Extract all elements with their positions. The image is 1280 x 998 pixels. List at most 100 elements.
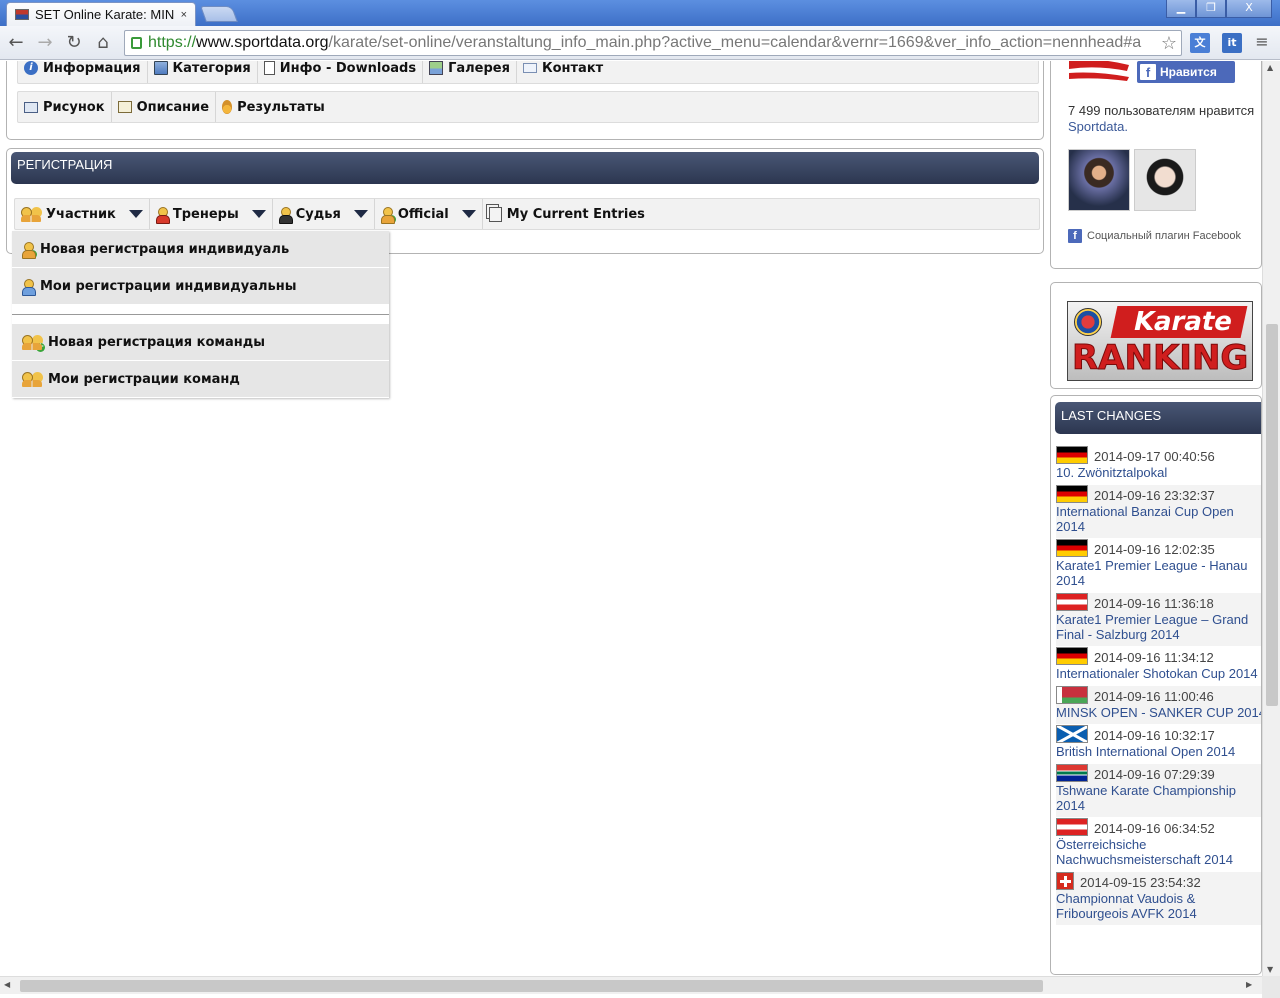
last-change-item[interactable]: 2014-09-17 00:40:56 10. Zwönitztalpokal (1056, 446, 1261, 484)
referee-icon (278, 206, 293, 224)
dropdown-my-team[interactable]: Мои регистрации команд (12, 361, 389, 398)
facebook-social-plugin[interactable]: f Социальный плагин Facebook (1068, 229, 1241, 243)
change-event-link[interactable]: British International Open 2014 (1056, 744, 1261, 759)
chevron-down-icon[interactable] (251, 210, 266, 218)
flag-icon (1056, 725, 1088, 743)
change-event-link[interactable]: Karate1 Premier League – Grand Final - S… (1056, 612, 1261, 642)
menu-item-label: Участник (46, 206, 116, 222)
menu-participant[interactable]: Участник (15, 199, 150, 229)
participant-dropdown: + Новая регистрация индивидуаль Мои реги… (12, 231, 389, 398)
registration-menu: Участник Тренеры Судья + Official My Cur… (14, 198, 1040, 230)
last-change-item[interactable]: 2014-09-16 06:34:52 Österreichsiche Nachw… (1056, 818, 1261, 871)
menu-item-drawing[interactable]: Рисунок (18, 92, 112, 122)
sportdata-page-link[interactable]: Sportdata. (1068, 119, 1128, 134)
last-change-item[interactable]: 2014-09-16 11:34:12 Internationaler Shoto… (1056, 647, 1261, 685)
menu-item-info[interactable]: i Информация (18, 61, 148, 83)
browser-tab[interactable]: SET Online Karate: MIN × (6, 2, 196, 26)
change-date: 2014-09-16 12:02:35 (1094, 542, 1215, 557)
tab-close-icon[interactable]: × (181, 9, 187, 21)
change-event-link[interactable]: Karate1 Premier League - Hanau 2014 (1056, 558, 1261, 588)
fan-avatar[interactable] (1134, 149, 1196, 211)
plus-icon: + (28, 248, 37, 259)
change-date: 2014-09-16 11:00:46 (1094, 689, 1214, 704)
url-text: https://www.sportdata.org/karate/set-onl… (148, 34, 1161, 52)
dropdown-new-individual[interactable]: + Новая регистрация индивидуаль (12, 231, 389, 268)
menu-item-description[interactable]: Описание (112, 92, 217, 122)
last-change-item[interactable]: 2014-09-16 11:36:18 Karate1 Premier Leagu… (1056, 593, 1261, 646)
change-event-link[interactable]: Internationaler Shotokan Cup 2014 (1056, 666, 1261, 681)
registration-header: РЕГИСТРАЦИЯ (11, 152, 1039, 184)
lock-icon (131, 37, 142, 49)
wkf-seal-icon (1074, 308, 1102, 336)
flag-icon (1056, 872, 1074, 890)
restore-button[interactable]: ❐ (1196, 0, 1226, 18)
flag-icon (1056, 593, 1088, 611)
menu-current-entries[interactable]: My Current Entries (483, 199, 651, 229)
plus-icon: + (36, 341, 45, 352)
last-change-item[interactable]: 2014-09-15 23:54:32 Championnat Vaudois &… (1056, 872, 1261, 925)
dropdown-new-team[interactable]: + Новая регистрация команды (12, 324, 389, 361)
karate-ranking-banner[interactable]: Karate RANKING (1067, 301, 1253, 381)
horizontal-scroll-thumb[interactable] (20, 980, 1043, 992)
site-favicon-icon (15, 9, 29, 20)
event-menu-row-2: Рисунок Описание Результаты (17, 91, 1039, 123)
last-change-item[interactable]: 2014-09-16 10:32:17 British International… (1056, 725, 1261, 763)
menu-item-label: My Current Entries (506, 206, 645, 222)
address-bar[interactable]: https://www.sportdata.org/karate/set-onl… (124, 30, 1182, 56)
minimize-button[interactable]: ▁ (1166, 0, 1196, 18)
chevron-down-icon[interactable] (353, 210, 368, 218)
dropdown-divider (12, 314, 389, 324)
facebook-icon: f (1140, 64, 1156, 80)
change-event-link[interactable]: Österreichsiche Nachwuchsmeisterschaft 2… (1056, 837, 1261, 867)
scroll-left-arrow-icon[interactable]: ◀ (4, 980, 10, 989)
vertical-scroll-thumb[interactable] (1266, 324, 1278, 706)
menu-item-label: Галерея (448, 61, 510, 76)
reload-icon[interactable]: ↻ (62, 31, 86, 55)
last-changes-box: LAST CHANGES 2014-09-17 00:40:56 10. Zwön… (1050, 395, 1262, 975)
change-event-link[interactable]: MINSK OPEN - SANKER CUP 2014 (1056, 705, 1261, 720)
menu-item-contact[interactable]: Контакт (517, 61, 609, 83)
change-date: 2014-09-16 07:29:39 (1094, 767, 1215, 782)
scroll-down-arrow-icon[interactable]: ▼ (1267, 965, 1273, 974)
menu-item-category[interactable]: Категория (148, 61, 258, 83)
change-event-link[interactable]: International Banzai Cup Open 2014 (1056, 504, 1261, 534)
facebook-like-button[interactable]: f Нравится (1137, 61, 1235, 83)
chevron-down-icon[interactable] (128, 210, 143, 218)
facebook-icon: f (1068, 229, 1082, 243)
last-change-item[interactable]: 2014-09-16 11:00:46 MINSK OPEN - SANKER C… (1056, 686, 1261, 724)
fan-avatar[interactable] (1068, 149, 1130, 211)
menu-referee[interactable]: Судья (273, 199, 375, 229)
vertical-scrollbar[interactable]: ▲ ▼ (1262, 61, 1280, 976)
scroll-up-arrow-icon[interactable]: ▲ (1267, 63, 1273, 72)
it-extension-icon[interactable]: it (1222, 33, 1242, 53)
translate-extension-icon[interactable]: 文 (1190, 33, 1210, 53)
back-arrow-icon[interactable]: ← (4, 31, 28, 55)
folder-icon (153, 61, 168, 75)
menu-item-gallery[interactable]: Галерея (423, 61, 517, 83)
new-tab-button[interactable] (200, 6, 238, 22)
menu-item-downloads[interactable]: Инфо - Downloads (258, 61, 424, 83)
menu-official[interactable]: + Official (375, 199, 483, 229)
plus-icon: + (386, 213, 396, 224)
last-change-item[interactable]: 2014-09-16 12:02:35 Karate1 Premier Leagu… (1056, 539, 1261, 592)
change-event-link[interactable]: Tshwane Karate Championship 2014 (1056, 783, 1261, 813)
bookmark-star-icon[interactable]: ☆ (1161, 33, 1177, 54)
last-changes-list: 2014-09-17 00:40:56 10. Zwönitztalpokal 20… (1056, 446, 1261, 926)
forward-arrow-icon[interactable]: → (33, 31, 57, 55)
menu-coaches[interactable]: Тренеры (150, 199, 273, 229)
scroll-right-arrow-icon[interactable]: ▶ (1246, 980, 1252, 989)
like-label: Нравится (1160, 65, 1217, 79)
tab-title: SET Online Karate: MIN (35, 7, 175, 22)
dropdown-my-individual[interactable]: Мои регистрации индивидуальны (12, 268, 389, 305)
close-window-button[interactable]: X (1226, 0, 1272, 18)
change-event-link[interactable]: Championnat Vaudois & Fribourgeois AVFK … (1056, 891, 1261, 921)
menu-item-results[interactable]: Результаты (216, 92, 331, 122)
chevron-down-icon[interactable] (461, 210, 476, 218)
browser-menu-icon[interactable]: ≡ (1254, 32, 1270, 51)
horizontal-scrollbar[interactable]: ◀ ▶ (0, 976, 1262, 994)
last-change-item[interactable]: 2014-09-16 23:32:37 International Banzai … (1056, 485, 1261, 538)
last-change-item[interactable]: 2014-09-16 07:29:39 Tshwane Karate Champi… (1056, 764, 1261, 817)
menu-item-label: Рисунок (43, 99, 105, 115)
home-icon[interactable]: ⌂ (91, 31, 115, 55)
change-event-link[interactable]: 10. Zwönitztalpokal (1056, 465, 1261, 480)
